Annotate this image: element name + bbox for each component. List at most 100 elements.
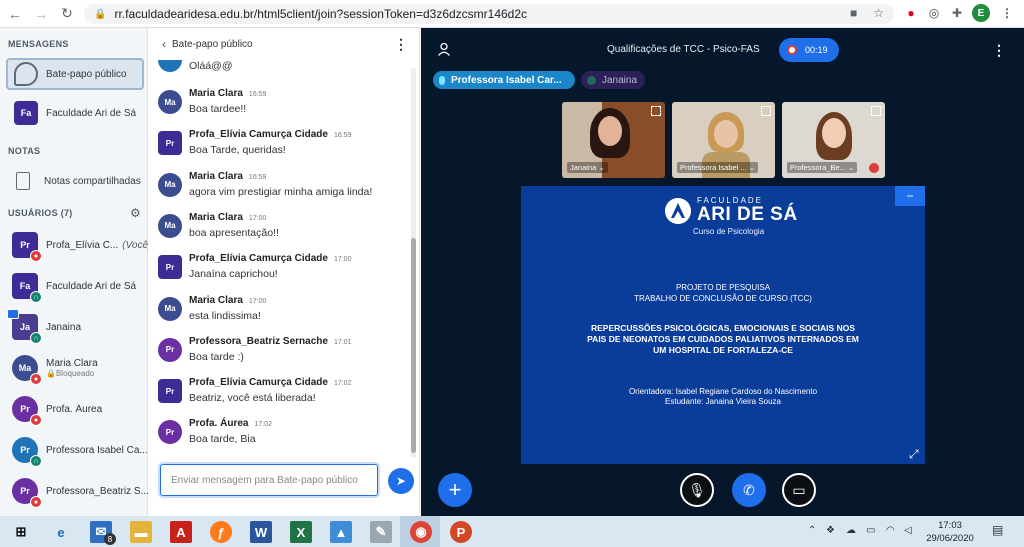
avatar: Ma <box>158 213 182 238</box>
bookmark-star-icon[interactable]: ☆ <box>873 6 884 20</box>
expand-icon[interactable] <box>651 106 661 116</box>
edge-browser-icon[interactable]: e <box>50 521 72 543</box>
user-icon[interactable] <box>437 42 451 56</box>
video-name-label[interactable]: Professora Isabel ... ⌄ <box>677 162 759 173</box>
user-info: Maria Clara 🔒Bloqueado <box>46 358 98 378</box>
camera-indicator-icon[interactable]: ■ <box>850 6 857 20</box>
extensions-puzzle-icon[interactable]: ✚ <box>948 4 966 22</box>
recording-indicator[interactable]: 00:19 <box>779 38 839 62</box>
options-menu-icon[interactable]: ⋮ <box>992 42 1006 59</box>
public-chat-item[interactable]: Bate-papo público <box>6 58 144 90</box>
expand-icon[interactable] <box>761 106 771 116</box>
acrobat-icon[interactable]: A <box>170 521 192 543</box>
microphone-icon <box>439 75 445 85</box>
cloud-icon[interactable]: ☁ <box>846 525 856 536</box>
system-clock[interactable]: 17:03 29/06/2020 <box>920 519 980 545</box>
browser-menu-icon[interactable]: ⋮ <box>998 4 1016 22</box>
talking-indicator-janaina[interactable]: Janaina <box>581 71 646 89</box>
windows-taskbar: ⊞ e ✉ 8 ▬ A ƒ W X ▲ ✎ ◉ P ⌃ ❖ ☁ ▭ ◠ ◁ 17… <box>0 516 1024 547</box>
excel-icon[interactable]: X <box>290 521 312 543</box>
firefox-icon[interactable]: ƒ <box>210 521 232 543</box>
actions-plus-button[interactable]: + <box>438 473 472 507</box>
notifications-icon[interactable]: ▤ <box>992 523 1003 537</box>
avatar: Pr <box>158 379 182 404</box>
reload-icon[interactable]: ↻ <box>56 3 78 25</box>
you-label: (Você) <box>122 239 152 251</box>
send-button[interactable]: ➤ <box>388 468 414 494</box>
avatar: Fa <box>14 101 38 125</box>
users-section-title: USUÁRIOS (7) <box>8 208 73 218</box>
video-name-label[interactable]: Janaina ⌄ <box>567 162 608 173</box>
volume-icon[interactable]: ◁ <box>904 525 912 536</box>
message-text: agora vim prestigiar minha amiga linda! <box>189 185 373 198</box>
user-list-item[interactable]: Pr ∩ Professora Isabel Ca... <box>0 430 148 470</box>
video-tile-janaina[interactable]: Janaina ⌄ <box>562 102 665 178</box>
profile-avatar[interactable]: E <box>972 4 990 22</box>
user-name-line: Profa_Elívia C... (Você) <box>46 240 151 251</box>
message-text: esta lindissima! <box>189 309 261 322</box>
browser-toolbar: ← → ↻ 🔒 rr.faculdadearidesa.edu.br/html5… <box>0 0 1024 28</box>
message-sender: Maria Clara 17:00 <box>189 295 266 306</box>
message-time: 17:02 <box>254 421 272 429</box>
expand-icon[interactable] <box>871 106 881 116</box>
person-face <box>714 120 738 148</box>
dropbox-icon[interactable]: ❖ <box>826 525 835 536</box>
message-sender: Professora_Beatriz Sernache 17:01 <box>189 336 352 347</box>
clock-date: 29/06/2020 <box>926 533 974 544</box>
notes-section-title: NOTAS <box>8 146 41 156</box>
forward-arrow-icon[interactable]: → <box>30 3 52 25</box>
windows-start-icon[interactable]: ⊞ <box>10 521 32 543</box>
chat-title: Bate-papo público <box>172 38 253 50</box>
message-text: Boa Tarde, queridas! <box>189 144 286 157</box>
chevron-left-icon[interactable]: ‹ <box>162 37 166 51</box>
video-name-label[interactable]: Professora_Be... ⌄ <box>787 162 858 173</box>
instagram-extension-icon[interactable]: ◎ <box>925 4 943 22</box>
fullscreen-icon[interactable]: ⤢ <box>909 448 921 460</box>
user-list-item[interactable]: Ma ● Maria Clara 🔒Bloqueado <box>0 348 148 388</box>
user-list-item[interactable]: Pr ● Professora_Beatriz S... <box>0 471 149 511</box>
chat-options-icon[interactable]: ⋮ <box>394 36 408 53</box>
chat-message-input[interactable]: Enviar mensagem para Bate-papo público <box>160 464 378 496</box>
file-explorer-icon[interactable]: ▬ <box>130 521 152 543</box>
shared-notes-item[interactable]: Notas compartilhadas <box>6 168 144 194</box>
avatar: Pr ● <box>12 396 42 426</box>
back-arrow-icon[interactable]: ← <box>4 3 26 25</box>
word-icon[interactable]: W <box>250 521 272 543</box>
avatar-initials: Pr <box>20 445 30 455</box>
paint-icon[interactable]: ✎ <box>370 521 392 543</box>
video-off-button[interactable]: ▭ <box>782 473 816 507</box>
mic-off-icon <box>869 163 879 173</box>
minimize-presentation-button[interactable]: − <box>895 186 925 206</box>
mute-microphone-button[interactable]: 🎙 <box>680 473 714 507</box>
address-bar[interactable]: 🔒 rr.faculdadearidesa.edu.br/html5client… <box>84 4 894 24</box>
user-name-line: Professora_Beatriz S... <box>46 486 149 497</box>
leave-audio-button[interactable]: ✆ <box>732 473 766 507</box>
mail-count-badge: 8 <box>104 533 116 545</box>
locked-label: 🔒Bloqueado <box>46 369 95 378</box>
private-chat-faculdade[interactable]: Fa Faculdade Ari de Sá <box>6 99 144 127</box>
pinterest-extension-icon[interactable]: ● <box>902 4 920 22</box>
camera-off-icon: ▭ <box>792 481 806 498</box>
battery-icon[interactable]: ▭ <box>866 525 875 536</box>
chrome-icon[interactable]: ◉ <box>410 521 432 543</box>
user-name: Professora Isabel Ca... <box>46 444 148 456</box>
wifi-icon[interactable]: ◠ <box>886 525 895 536</box>
photos-icon[interactable]: ▲ <box>330 521 352 543</box>
gear-icon[interactable]: ⚙ <box>130 206 141 220</box>
user-name: Maria Clara <box>46 358 98 369</box>
user-name: Janaina <box>46 321 82 333</box>
mic-off-icon: ● <box>30 496 42 508</box>
video-tile-beatriz[interactable]: Professora_Be... ⌄ <box>782 102 885 178</box>
user-list-item[interactable]: Ja ∩ Janaina <box>0 307 148 347</box>
video-tile-isabel[interactable]: Professora Isabel ... ⌄ <box>672 102 775 178</box>
user-list-item[interactable]: Pr ● Profa. Áurea <box>0 389 148 429</box>
powerpoint-icon[interactable]: P <box>450 521 472 543</box>
talking-indicator-isabel[interactable]: Professora Isabel Car... <box>433 71 575 89</box>
chat-scrollbar[interactable] <box>411 68 416 458</box>
user-info: Professora Isabel Ca... <box>46 445 148 456</box>
lock-icon: 🔒 <box>94 8 107 20</box>
user-list-item[interactable]: Pr ● Profa_Elívia C... (Você) <box>0 225 151 265</box>
show-hidden-icons-icon[interactable]: ⌃ <box>808 525 816 536</box>
user-list-item[interactable]: Fa ∩ Faculdade Ari de Sá <box>0 266 148 306</box>
scrollbar-thumb[interactable] <box>411 238 416 453</box>
